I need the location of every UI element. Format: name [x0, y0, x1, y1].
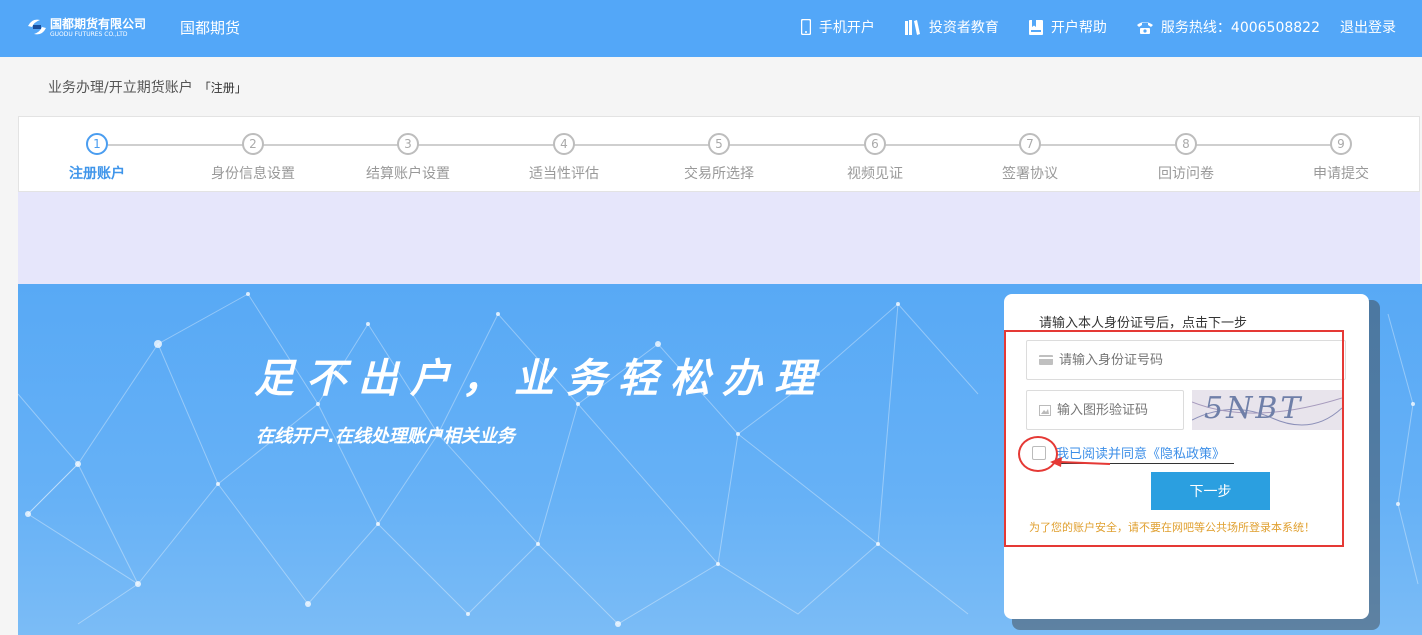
- step-number: 1: [86, 133, 108, 155]
- step-label: 结算账户设置: [366, 166, 450, 182]
- breadcrumb-path[interactable]: 业务办理/开立期货账户: [48, 80, 193, 96]
- breadcrumb-current: 「注册」: [198, 81, 247, 95]
- logo-icon: [28, 19, 46, 35]
- step-4: 4 适当性评估: [504, 133, 624, 183]
- nav-mobile-account[interactable]: 手机开户: [800, 17, 875, 37]
- step-label: 注册账户: [69, 166, 125, 182]
- company-logo[interactable]: 国都期货有限公司 GUODU FUTURES CO.,LTD: [26, 14, 147, 42]
- step-9: 9 申请提交: [1281, 133, 1401, 183]
- step-label: 视频见证: [847, 166, 903, 182]
- phone-icon: [1136, 22, 1153, 34]
- step-label: 适当性评估: [529, 166, 599, 182]
- annotation-highlight-box: [1004, 330, 1344, 547]
- step-number: 6: [864, 133, 886, 155]
- nav-label: 手机开户: [818, 20, 875, 36]
- breadcrumb-bar: 业务办理/开立期货账户 「注册」: [18, 57, 1422, 115]
- step-number: 4: [553, 133, 575, 155]
- nav-account-help[interactable]: 开户帮助: [1028, 17, 1107, 37]
- step-label: 回访问卷: [1158, 166, 1214, 182]
- nav-label: 投资者教育: [928, 20, 999, 36]
- info-strip: [18, 192, 1420, 284]
- step-5: 5 交易所选择: [659, 133, 779, 183]
- top-nav: 手机开户 投资者教育 开户帮助 服务热线：4006508822 退出登录: [771, 17, 1396, 37]
- step-7: 7 签署协议: [970, 133, 1090, 183]
- books-icon: [904, 19, 920, 35]
- nav-label: 开户帮助: [1050, 20, 1107, 36]
- step-label: 身份信息设置: [211, 166, 295, 182]
- hero-title: 足不出户，业务轻松办理: [254, 355, 826, 402]
- step-progress: 1 注册账户 2 身份信息设置 3 结算账户设置 4 适当性评估 5 交易所选择…: [18, 116, 1420, 192]
- logo-name-en: GUODU FUTURES CO.,LTD: [50, 31, 128, 38]
- hero-subtitle: 在线开户.在线处理账户相关业务: [256, 426, 515, 447]
- step-number: 3: [397, 133, 419, 155]
- step-2: 2 身份信息设置: [193, 133, 313, 183]
- logout-label: 退出登录: [1340, 20, 1396, 36]
- mobile-icon: [800, 19, 811, 35]
- logout-link[interactable]: 退出登录: [1340, 17, 1396, 37]
- step-8: 8 回访问卷: [1126, 133, 1246, 183]
- step-number: 9: [1330, 133, 1352, 155]
- step-number: 2: [242, 133, 264, 155]
- nav-investor-education[interactable]: 投资者教育: [904, 17, 999, 37]
- nav-label: 服务热线：4006508822: [1160, 20, 1320, 36]
- card-hint: 请输入本人身份证号后，点击下一步: [1039, 316, 1248, 331]
- step-number: 8: [1175, 133, 1197, 155]
- step-number: 5: [708, 133, 730, 155]
- brand-name[interactable]: 国都期货: [180, 17, 240, 38]
- step-1: 1 注册账户: [37, 133, 157, 183]
- step-6: 6 视频见证: [815, 133, 935, 183]
- logo-name-cn: 国都期货有限公司: [50, 17, 147, 31]
- nav-service-hotline[interactable]: 服务热线：4006508822: [1136, 17, 1320, 37]
- step-label: 交易所选择: [684, 166, 754, 182]
- step-number: 7: [1019, 133, 1041, 155]
- step-label: 申请提交: [1313, 166, 1369, 182]
- top-bar: 国都期货有限公司 GUODU FUTURES CO.,LTD 国都期货 手机开户…: [0, 0, 1422, 57]
- annotation-arrow-icon: [1050, 457, 1111, 467]
- bookmark-icon: [1028, 19, 1043, 35]
- step-3: 3 结算账户设置: [348, 133, 468, 183]
- step-label: 签署协议: [1002, 166, 1058, 182]
- breadcrumb: 业务办理/开立期货账户 「注册」: [48, 77, 247, 97]
